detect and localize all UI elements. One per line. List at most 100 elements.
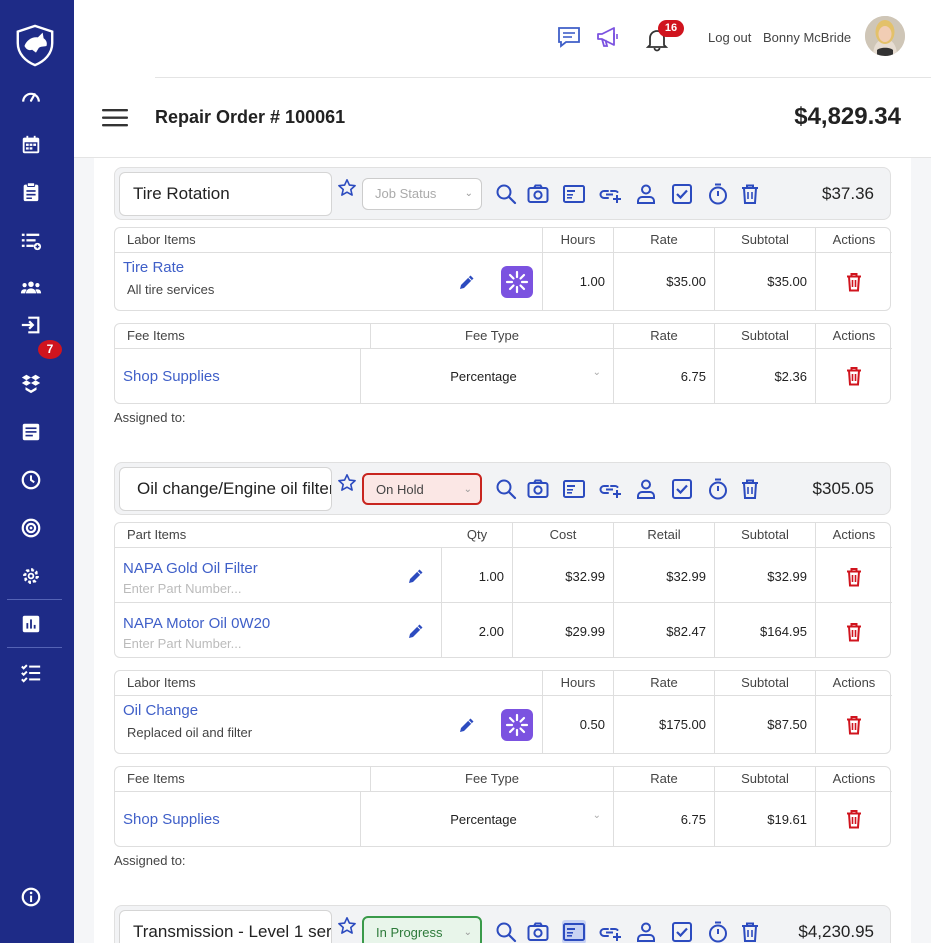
delete-job-icon[interactable] [738,477,762,501]
user-icon[interactable] [634,920,658,943]
cost-value: $32.99 [565,569,605,584]
rate-value: $35.00 [666,274,706,289]
target-icon[interactable] [15,512,47,544]
transfer-icon[interactable] [15,309,47,341]
checkbox-icon[interactable] [670,182,694,206]
labor-item-name[interactable]: Oil Change [123,702,198,719]
star-icon[interactable] [337,178,357,198]
checkbox-icon[interactable] [670,920,694,943]
labor-item-name[interactable]: Tire Rate [123,259,184,276]
hamburger-icon[interactable] [102,108,128,128]
timer-icon[interactable] [706,920,730,943]
ai-spark-icon[interactable] [501,709,533,741]
edit-icon[interactable] [458,273,476,291]
divider [815,228,816,310]
customers-icon[interactable] [15,271,47,303]
document-icon[interactable] [15,416,47,448]
camera-icon[interactable] [526,182,550,206]
task-list-icon[interactable] [15,225,47,257]
divider [542,228,543,310]
job-status-select[interactable]: In Progress ⌄ [362,916,482,943]
edit-icon[interactable] [458,716,476,734]
checkbox-icon[interactable] [670,477,694,501]
divider [613,671,614,753]
hours-value: 1.00 [579,274,605,289]
chat-icon[interactable] [556,24,582,50]
link-add-icon[interactable] [598,182,622,206]
job-total: $4,230.95 [798,922,874,941]
star-icon[interactable] [337,473,357,493]
chevron-down-icon: ⌄ [592,367,601,378]
col-header: Subtotal [715,324,815,349]
divider [714,671,715,753]
info-icon[interactable] [15,881,47,913]
fee-type-select[interactable]: Percentage ⌄ [361,350,613,402]
cost-value: $29.99 [565,624,605,639]
trash-icon[interactable] [845,715,863,735]
gear-icon[interactable] [15,560,47,592]
trash-icon[interactable] [845,809,863,829]
ai-spark-icon[interactable] [501,266,533,298]
megaphone-icon[interactable] [595,24,621,50]
checklist-icon[interactable] [15,656,47,688]
part-item-name[interactable]: NAPA Motor Oil 0W20 [123,615,270,632]
card-icon[interactable] [562,182,586,206]
delete-job-icon[interactable] [738,182,762,206]
dashboard-icon[interactable] [15,81,47,113]
part-number-input[interactable]: Enter Part Number... [123,636,242,651]
clipboard-icon[interactable] [15,176,47,208]
trash-icon[interactable] [845,366,863,386]
user-icon[interactable] [634,182,658,206]
avatar[interactable] [865,16,905,56]
job-name-input[interactable]: Transmission - Level 1 service [119,910,332,943]
logout-link[interactable]: Log out [708,30,751,45]
card-icon[interactable] [562,477,586,501]
job-name-input[interactable]: Tire Rotation [119,172,332,216]
job-status-select[interactable]: Job Status ⌄ [362,178,482,210]
trash-icon[interactable] [845,567,863,587]
sidebar-divider [7,647,62,648]
divider [370,767,371,792]
sidebar-badge: 7 [38,340,62,359]
status-label: In Progress [376,925,443,940]
col-header: Cost [513,523,613,548]
subtotal-value: $87.50 [767,717,807,732]
fee-type-select[interactable]: Percentage ⌄ [361,793,613,845]
rate-value: 6.75 [680,812,706,827]
part-item-name[interactable]: NAPA Gold Oil Filter [123,560,258,577]
col-header: Fee Type [371,767,613,792]
col-header: Subtotal [715,228,815,253]
part-number-input[interactable]: Enter Part Number... [123,581,242,596]
calendar-icon[interactable] [15,129,47,161]
job-status-select[interactable]: On Hold ⌄ [362,473,482,505]
link-add-icon[interactable] [598,477,622,501]
trash-icon[interactable] [845,622,863,642]
star-icon[interactable] [337,916,357,936]
fee-item-name[interactable]: Shop Supplies [123,811,220,828]
inventory-icon[interactable] [15,367,47,399]
fee-item-name[interactable]: Shop Supplies [123,368,220,385]
timer-icon[interactable] [706,182,730,206]
divider [815,324,816,403]
divider [613,228,614,310]
timer-icon[interactable] [706,477,730,501]
camera-icon[interactable] [526,477,550,501]
delete-job-icon[interactable] [738,920,762,943]
user-icon[interactable] [634,477,658,501]
link-add-icon[interactable] [598,920,622,943]
search-icon[interactable] [494,920,518,943]
edit-icon[interactable] [407,567,425,585]
page-title: Repair Order # 100061 [155,107,346,127]
edit-icon[interactable] [407,622,425,640]
chevron-down-icon: ⌄ [464,188,473,199]
search-icon[interactable] [494,477,518,501]
search-icon[interactable] [494,182,518,206]
trash-icon[interactable] [845,272,863,292]
rhino-logo[interactable] [12,22,58,68]
camera-icon[interactable] [526,920,550,943]
reports-icon[interactable] [15,608,47,640]
order-total: $4,829.34 [794,103,901,130]
card-icon[interactable] [562,920,586,943]
clock-icon[interactable] [15,464,47,496]
job-name-input[interactable]: Oil change/Engine oil filter [119,467,332,511]
